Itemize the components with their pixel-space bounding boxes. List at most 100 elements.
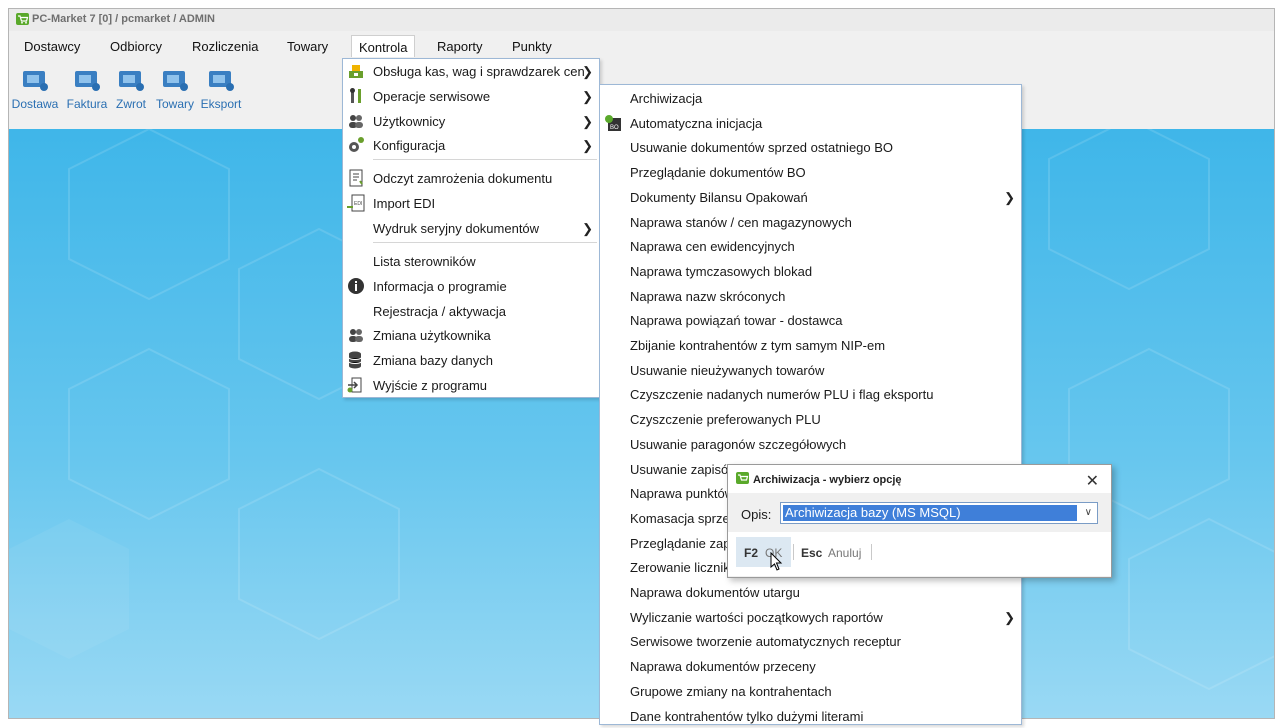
bo-icon: BO [605, 114, 621, 131]
chevron-right-icon: ❯ [1004, 609, 1015, 625]
menu-item-11[interactable]: Zmiana bazy danych [343, 348, 599, 372]
menu-item-2[interactable]: Użytkownicy ❯ [343, 109, 599, 133]
selected-option: Archiwizacja bazy (MS MSQL) [783, 505, 1077, 521]
mouse-cursor-icon [770, 552, 783, 571]
submenu-item-label: Naprawa dokumentów utargu [630, 585, 800, 600]
submenu-item-24[interactable]: Grupowe zmiany na kontrahentach [600, 679, 1021, 703]
invoice-icon [75, 71, 100, 91]
menu-separator [373, 159, 597, 160]
menu-item-4[interactable]: Odczyt zamrożenia dokumentu [343, 166, 599, 190]
close-icon[interactable]: ✕ [1086, 471, 1099, 491]
toolbar-button-eksport[interactable]: Eksport [195, 65, 247, 111]
submenu-item-label: Czyszczenie preferowanych PLU [630, 412, 821, 428]
submenu-item-0[interactable]: Archiwizacja [600, 86, 1021, 110]
divider [793, 544, 794, 560]
menu-odbiorcy[interactable]: Odbiorcy [110, 39, 162, 54]
submenu-item-10[interactable]: Zbijanie kontrahentów z tym samym NIP-em [600, 333, 1021, 357]
archiwizacja-dialog: Archiwizacja - wybierz opcję ✕ Opis: Arc… [727, 464, 1112, 578]
submenu-item-8[interactable]: Naprawa nazw skróconych [600, 284, 1021, 308]
menu-dostawcy[interactable]: Dostawcy [24, 39, 80, 54]
title-bar: PC-Market 7 [0] / pcmarket / ADMIN [9, 9, 1274, 31]
menu-punkty[interactable]: Punkty [512, 39, 552, 54]
toolbar-label: Towary [155, 97, 194, 111]
menu-item-label: Import EDI [373, 196, 436, 211]
divider [871, 544, 872, 560]
submenu-item-label: Dokumenty Bilansu Opakowań [630, 189, 808, 205]
submenu-item-label: Naprawa stanów / cen magazynowych [630, 214, 852, 230]
submenu-item-label: Usuwanie paragonów szczegółowych [630, 436, 847, 452]
menu-item-8[interactable]: Informacja o programie [343, 274, 599, 298]
menu-item-1[interactable]: Operacje serwisowe ❯ [343, 84, 599, 108]
menu-towary[interactable]: Towary [287, 39, 328, 54]
submenu-item-12[interactable]: Czyszczenie nadanych numerów PLU i flag … [600, 382, 1021, 406]
submenu-item-label: Komasacja sprze [630, 510, 730, 526]
products-icon [163, 71, 188, 91]
toolbar-label: Eksport [200, 97, 242, 111]
menu-item-12[interactable]: Wyjście z programu [343, 373, 599, 397]
info-icon [348, 278, 364, 294]
dialog-title-bar: Archiwizacja - wybierz opcję ✕ [728, 465, 1111, 493]
menu-rozliczenia[interactable]: Rozliczenia [192, 39, 258, 54]
submenu-item-label: Naprawa cen ewidencyjnych [630, 239, 795, 255]
submenu-item-label: Czyszczenie nadanych numerów PLU i flag … [630, 387, 934, 403]
opis-label: Opis: [741, 507, 772, 522]
scale-icon [349, 65, 363, 78]
submenu-item-21[interactable]: Wyliczanie wartości początkowych raportó… [600, 605, 1021, 629]
submenu-item-11[interactable]: Usuwanie nieużywanych towarów [600, 358, 1021, 382]
submenu-item-label: Serwisowe tworzenie automatycznych recep… [630, 634, 901, 650]
submenu-item-2[interactable]: Usuwanie dokumentów sprzed ostatniego BO [600, 135, 1021, 159]
cart-app-icon [736, 472, 749, 484]
svg-text:EDI: EDI [354, 201, 362, 207]
submenu-item-13[interactable]: Czyszczenie preferowanych PLU [600, 407, 1021, 431]
opis-select[interactable]: Archiwizacja bazy (MS MSQL) ∨ [780, 502, 1098, 524]
submenu-item-label: Usuwanie zapisów [630, 461, 738, 477]
menu-item-3[interactable]: Konfiguracja ❯ [343, 133, 599, 157]
return-icon [119, 71, 144, 91]
toolbar-button-dostawa[interactable]: Dostawa [9, 65, 61, 111]
submenu-item-label: Przeglądanie zapi [630, 535, 734, 551]
gears-icon [349, 137, 364, 152]
cancel-shortcut: Esc [801, 546, 823, 560]
submenu-item-7[interactable]: Naprawa tymczasowych blokad [600, 259, 1021, 283]
cart-app-icon [16, 13, 29, 25]
cancel-button[interactable]: Esc Anuluj [798, 537, 872, 567]
menu-item-label: Zmiana użytkownika [373, 328, 491, 343]
submenu-item-4[interactable]: Dokumenty Bilansu Opakowań ❯ [600, 185, 1021, 209]
menu-item-label: Lista sterowników [373, 254, 476, 269]
submenu-item-label: Archiwizacja [630, 91, 703, 106]
menu-item-7[interactable]: Lista sterowników [343, 249, 599, 273]
menu-item-5[interactable]: EDI Import EDI [343, 191, 599, 215]
submenu-item-label: Zbijanie kontrahentów z tym samym NIP-em [630, 338, 886, 353]
submenu-item-22[interactable]: Serwisowe tworzenie automatycznych recep… [600, 629, 1021, 653]
menu-raporty[interactable]: Raporty [437, 39, 483, 54]
menu-item-label: Operacje serwisowe [373, 89, 491, 104]
menu-item-0[interactable]: Obsługa kas, wag i sprawdzarek cen ❯ [343, 59, 599, 83]
submenu-item-25[interactable]: Dane kontrahentów tylko dużymi literami [600, 704, 1021, 728]
submenu-item-3[interactable]: Przeglądanie dokumentów BO [600, 160, 1021, 184]
submenu-item-6[interactable]: Naprawa cen ewidencyjnych [600, 234, 1021, 258]
menu-item-label: Informacja o programie [373, 279, 507, 294]
submenu-item-label: Automatyczna inicjacja [630, 115, 763, 131]
submenu-item-23[interactable]: Naprawa dokumentów przeceny [600, 654, 1021, 678]
submenu-item-20[interactable]: Naprawa dokumentów utargu [600, 580, 1021, 604]
toolbar-button-towary[interactable]: Towary [149, 65, 201, 111]
menu-item-10[interactable]: Zmiana użytkownika [343, 323, 599, 347]
user-switch-icon [349, 329, 363, 342]
menu-item-9[interactable]: Rejestracja / aktywacja [343, 299, 599, 323]
chevron-right-icon: ❯ [582, 89, 593, 104]
submenu-item-14[interactable]: Usuwanie paragonów szczegółowych [600, 432, 1021, 456]
window-title: PC-Market 7 [0] / pcmarket / ADMIN [32, 13, 215, 25]
submenu-item-1[interactable]: BO Automatyczna inicjacja [600, 111, 1021, 135]
submenu-item-5[interactable]: Naprawa stanów / cen magazynowych [600, 210, 1021, 234]
submenu-item-label: Naprawa tymczasowych blokad [630, 263, 813, 279]
menu-item-label: Obsługa kas, wag i sprawdzarek cen [373, 64, 585, 79]
menu-item-6[interactable]: Wydruk seryjny dokumentów ❯ [343, 216, 599, 240]
chevron-down-icon[interactable]: ∨ [1085, 507, 1092, 518]
submenu-item-label: Naprawa punktów [630, 486, 735, 502]
chevron-right-icon: ❯ [582, 64, 593, 79]
users-icon [349, 115, 363, 128]
dialog-title: Archiwizacja - wybierz opcję [753, 474, 902, 486]
submenu-item-9[interactable]: Naprawa powiązań towar - dostawca [600, 308, 1021, 332]
menu-bar: Dostawcy Odbiorcy Rozliczenia Towary Kontrol… [9, 33, 1274, 60]
exit-icon [347, 377, 362, 393]
